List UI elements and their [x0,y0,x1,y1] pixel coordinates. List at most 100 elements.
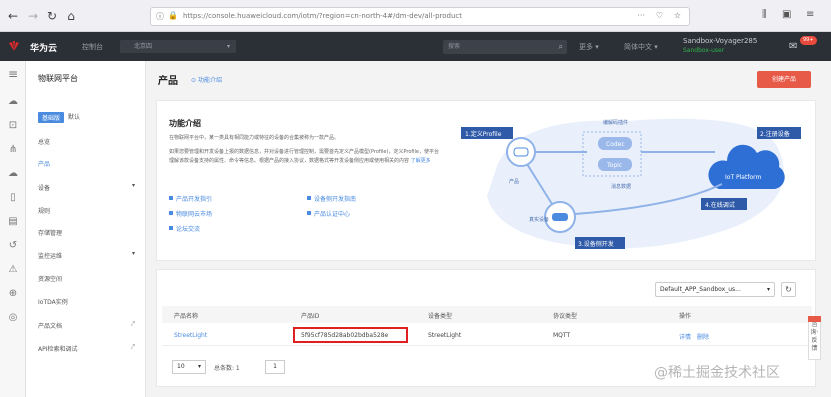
brand-name[interactable]: 华为云 [30,41,57,54]
cloud-icon[interactable]: ☁ [6,95,20,109]
sidebar-item-resource-space[interactable]: 资源空间 [38,274,62,283]
page-title: 产品 [158,76,178,87]
link-iot-marketplace[interactable]: 物联网云市场 [169,209,212,218]
intro-paragraph-2-text: 如果您要管理和开发设备上报的数据信息，并对设备进行管理控制，需要首先定义产品模型… [169,149,440,164]
language-label: 简体中文 [624,43,652,51]
sidebar-item-rules[interactable]: 规则 [38,206,50,215]
protocol-type: MQTT [553,332,571,339]
step2-label: 2.注册设备 [760,130,790,138]
user-name[interactable]: Sandbox-Voyager285 [683,37,757,45]
application-select[interactable]: Default_APP_Sandbox_us... ▾ [655,282,775,297]
table-header: 产品名称 产品ID 设备类型 协议类型 操作 [162,306,812,323]
address-bar[interactable]: ⓘ 🔒 https://console.huaweicloud.com/iotm… [150,7,690,26]
console-link[interactable]: 控制台 [82,42,103,52]
browser-toolbar: ← → ↻ ⌂ ⓘ 🔒 https://console.huaweicloud.… [0,0,831,32]
page-size-select[interactable]: 10 ▾ [172,360,206,374]
page-number[interactable]: 1 [265,360,285,374]
feedback-accent [808,316,821,322]
feature-intro-link[interactable]: ⊙ 功能介绍 [191,75,222,84]
region-label: 北京四 [134,43,153,50]
consult-feedback-tab[interactable]: 咨询·反馈 [808,316,821,360]
step3-label: 3.设备侧开发 [578,240,614,248]
platform-label: IoT Platform [725,174,761,181]
watermark: @稀土掘金技术社区 [654,365,780,381]
refresh-icon[interactable]: ↻ [781,282,796,297]
url-text: https://console.huaweicloud.com/iotm/?re… [183,12,463,20]
service-icon-rail: ≡ ☁ ⊡ ⋔ ☁ ▯ ▤ ↺ ⚠ ⊕ ◎ [0,61,26,397]
info-icon[interactable]: ⓘ [156,11,164,22]
hamburger-icon[interactable]: ≡ [6,67,20,81]
sidebar-item-monitoring[interactable]: 监控运维 [38,251,62,260]
more-menu[interactable]: 更多 ▾ [579,42,599,52]
table-row: StreetLight 5f95cf785d28ab02bdba528e Str… [162,324,812,346]
product-name-link[interactable]: StreetLight [174,332,207,339]
reload-icon[interactable]: ↻ [44,8,60,24]
nav-title: 物联网平台 [38,74,78,83]
sidebar-item-product-docs[interactable]: 产品文档 [38,321,62,330]
sidebar-item-devices[interactable]: 设备 [38,183,50,192]
workflow-diagram: 1.定义Profile 2.注册设备 3.设备侧开发 4.在线调试 编解码插件 … [461,118,801,249]
settings-circle-icon[interactable]: ◎ [6,311,20,325]
details-link[interactable]: 详情 [679,332,691,341]
codec-box-label: Codec [606,141,625,148]
chevron-down-icon[interactable]: ▾ [132,182,135,189]
chevron-down-icon: ▾ [766,286,770,293]
product-id: 5f95cf785d28ab02bdba528e [301,332,389,339]
sidebar-item-storage[interactable]: 存储管理 [38,228,62,237]
search-placeholder: 搜索 [448,43,461,50]
user-status: Sandbox-user [683,47,725,54]
sidebar-item-api-explorer[interactable]: API检索和调试 [38,344,78,353]
search-icon[interactable]: ⌕ [559,40,563,54]
left-navigation: 物联网平台 基础版 默认 总览 产品 设备 ▾ 规则 存储管理 监控运维 ▾ 资… [26,61,146,397]
alert-icon[interactable]: ⚠ [6,263,20,277]
device-icon[interactable]: ▯ [6,191,20,205]
edition-tag-basic[interactable]: 基础版 [38,112,65,123]
sidebar-item-overview[interactable]: 总览 [38,137,50,146]
sidebar-item-products[interactable]: 产品 [38,159,50,168]
language-menu[interactable]: 简体中文 ▾ [624,42,658,52]
link-certification-center[interactable]: 产品认证中心 [307,209,350,218]
pocket-icon[interactable]: ♡ [656,11,663,20]
create-product-button[interactable]: 创建产品 [757,71,811,88]
sidebar-toggle-icon[interactable]: ▣ [782,9,791,20]
link-product-dev-guide[interactable]: 产品开发指引 [169,194,212,203]
forward-icon[interactable]: → [25,8,41,24]
more-actions-icon[interactable]: ··· [637,11,645,20]
region-select[interactable]: 北京四 ▾ [120,40,236,53]
intro-paragraph-1: 在物联网平台中，某一类具有相同能力或特征的设备的合集被称为一款产品。 [169,135,340,141]
link-forum[interactable]: 论坛交流 [169,224,200,233]
lock-service-icon[interactable]: ⊡ [6,119,20,133]
link-device-dev-guide[interactable]: 设备侧开发指南 [307,194,356,203]
total-count: 总条数: 1 [214,365,240,372]
learn-more-link[interactable]: 了解更多 [411,158,431,164]
search-input[interactable]: 搜索 ⌕ [443,40,567,54]
column-product-id: 产品ID [301,313,320,320]
cloud-storage-icon[interactable]: ☁ [6,167,20,181]
delete-link[interactable]: 删除 [697,332,709,341]
back-icon[interactable]: ← [5,8,21,24]
chevron-down-icon: ▾ [197,363,201,370]
bookmark-star-icon[interactable]: ☆ [674,11,681,20]
huawei-logo-icon[interactable] [6,38,22,54]
sidebar-item-iotda-instance[interactable]: IoTDA实例 [38,297,68,306]
refresh-service-icon[interactable]: ↺ [6,239,20,253]
topic-box-label: Topic [606,162,622,169]
consult-feedback-label: 咨询·反馈 [810,321,819,352]
mail-count-badge: 99+ [800,36,817,45]
edition-tag-default[interactable]: 默认 [68,112,80,121]
document-icon[interactable]: ▤ [6,215,20,229]
mail-icon[interactable]: ✉ [789,41,797,52]
menu-icon[interactable]: ≡ [806,9,814,20]
message-data-label: 消息数据 [611,183,631,190]
column-actions: 操作 [679,313,692,320]
step4-label: 4.在线调试 [705,201,735,209]
home-icon[interactable]: ⌂ [63,8,79,24]
more-label: 更多 [579,43,593,51]
chevron-down-icon[interactable]: ▾ [132,250,135,257]
column-product-name: 产品名称 [174,313,199,320]
chevron-down-icon: ▾ [226,43,230,50]
device-type: StreetLight [428,332,462,339]
library-icon[interactable]: ⫼ [762,9,767,20]
network-icon[interactable]: ⋔ [6,143,20,157]
globe-icon[interactable]: ⊕ [6,287,20,301]
